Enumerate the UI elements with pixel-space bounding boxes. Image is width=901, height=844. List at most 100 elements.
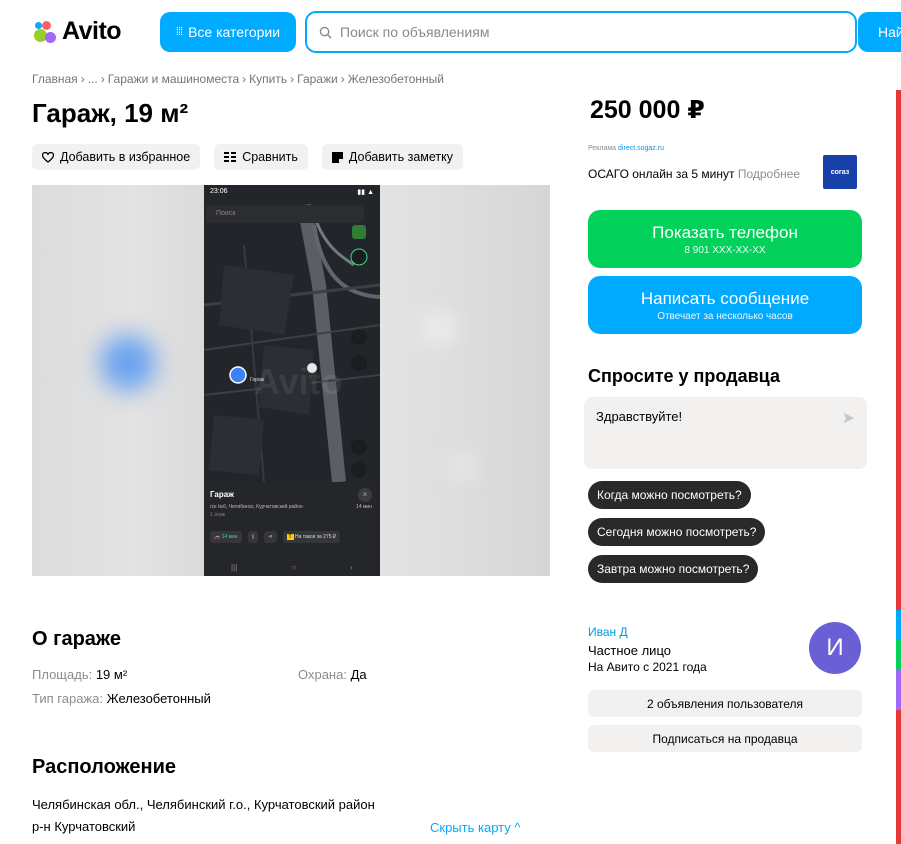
add-note-button[interactable]: Добавить заметку: [321, 144, 464, 170]
add-to-favorites-label: Добавить в избранное: [60, 150, 191, 164]
edge-decoration: [896, 90, 901, 844]
hide-map-link[interactable]: Скрыть карту ^: [430, 820, 520, 835]
ask-seller-input[interactable]: [596, 409, 826, 424]
seller-ads-button[interactable]: 2 объявления пользователя: [588, 690, 862, 717]
write-message-button[interactable]: Написать сообщение Отвечает за несколько…: [588, 276, 862, 334]
phone-card-actions: 🚗 14 мин ▯ ⋖ T На такси за 275 ₽: [210, 530, 374, 544]
param-garage-type: Тип гаража: Железобетонный: [32, 691, 211, 706]
phone-status-bar: 23:06 ▮▮ ▲: [204, 185, 380, 199]
quick-question-today[interactable]: Сегодня можно посмотреть?: [588, 518, 766, 546]
breadcrumb-sep: ›: [100, 72, 105, 86]
header: Avito ⁞⁞⁞ Все категории Найти: [0, 0, 901, 66]
ad-text-main: ОСАГО онлайн за 5 минут: [588, 167, 735, 181]
avito-watermark: Avito: [254, 361, 343, 402]
find-button[interactable]: Найти: [858, 12, 901, 52]
param-security-label: Охрана:: [298, 667, 347, 682]
seller-type: Частное лицо: [588, 643, 671, 658]
about-heading: О гараже: [32, 628, 121, 650]
listing-actions: Добавить в избранное Сравнить Добавить з…: [32, 144, 464, 170]
phone-nav-bar: ||| ○ ‹: [204, 558, 380, 576]
breadcrumb-sep: ›: [340, 72, 345, 86]
phone-drive-chip: 🚗 14 мин: [210, 531, 242, 543]
phone-recent-icon: |||: [231, 562, 238, 572]
phone-bookmark-chip: ▯: [247, 531, 259, 543]
write-message-label: Написать сообщение: [640, 288, 810, 308]
phone-time: 23:06: [210, 188, 228, 195]
param-area-value: 19 м²: [95, 667, 128, 682]
breadcrumb: Главная › ... › Гаражи и машиноместа › Купи…: [32, 72, 444, 86]
sogaz-logo[interactable]: согаз: [823, 155, 857, 189]
phone-card-floor: 1 этаж: [210, 512, 225, 518]
blurred-circle: [424, 313, 454, 343]
phone-signal-icons: ▮▮ ▲: [357, 189, 374, 196]
param-garage-type-label: Тип гаража:: [32, 691, 103, 706]
location-heading: Расположение: [32, 756, 177, 778]
breadcrumb-sep: ›: [80, 72, 85, 86]
all-categories-label: Все категории: [188, 24, 281, 40]
all-categories-button[interactable]: ⁞⁞⁞ Все категории: [160, 12, 296, 52]
phone-search-bar: Поиск: [206, 205, 364, 223]
phone-place-label: Гараж: [250, 377, 265, 383]
breadcrumb-item-concrete[interactable]: Железобетонный: [348, 72, 444, 86]
phone-back-icon: ‹: [350, 562, 353, 572]
logo-text: Avito: [62, 17, 122, 45]
blurred-map-pin: [100, 335, 156, 391]
breadcrumb-item-buy[interactable]: Купить: [249, 72, 287, 86]
phone-card-duration: 14 мин: [356, 504, 372, 510]
phone-close-icon: ×: [358, 488, 372, 502]
param-area: Площадь: 19 м²: [32, 667, 127, 682]
phone-place-card: Гараж × гск №6, Челябинск, Курчатовский …: [204, 482, 380, 576]
search-input[interactable]: [340, 24, 855, 40]
param-security-value: Да: [350, 667, 367, 682]
send-icon[interactable]: ➤: [842, 408, 855, 428]
phone-search-text: Поиск: [216, 210, 236, 217]
photo-gallery[interactable]: Avito 23:06 ▮▮ ▲ Поиск Гараж Гараж × гск…: [32, 185, 550, 576]
address-line-1: Челябинская обл., Челябинский г.о., Курч…: [32, 797, 375, 812]
compare-icon: [224, 151, 237, 162]
param-area-label: Площадь:: [32, 667, 93, 682]
breadcrumb-item-home[interactable]: Главная: [32, 72, 78, 86]
seller-name[interactable]: Иван Д: [588, 625, 628, 639]
ask-seller-heading: Спросите у продавца: [588, 366, 780, 386]
ad-text[interactable]: ОСАГО онлайн за 5 минут Подробнее: [588, 167, 800, 181]
subscribe-seller-button[interactable]: Подписаться на продавца: [588, 725, 862, 752]
search-icon: [319, 26, 332, 39]
breadcrumb-item-garages-parking[interactable]: Гаражи и машиноместа: [108, 72, 239, 86]
phone-card-title: Гараж: [210, 490, 234, 499]
ad-label: Реклама: [588, 145, 617, 152]
show-phone-number: 8 901 XXX-XX-XX: [684, 244, 766, 256]
seller-since: На Авито с 2021 года: [588, 660, 707, 674]
grid-dots-icon: ⁞⁞⁞: [175, 26, 183, 38]
breadcrumb-sep: ›: [290, 72, 295, 86]
phone-card-address: гск №6, Челябинск, Курчатовский район: [210, 504, 303, 510]
find-label: Найти: [878, 24, 901, 40]
ad-more-link[interactable]: Подробнее: [738, 167, 800, 181]
phone-share-chip: ⋖: [264, 531, 277, 543]
show-phone-label: Показать телефон: [652, 222, 798, 242]
compare-button[interactable]: Сравнить: [214, 144, 308, 170]
heart-icon: [42, 151, 54, 163]
address-line-2: р-н Курчатовский: [32, 819, 136, 834]
note-icon: [331, 151, 343, 163]
quick-question-tomorrow[interactable]: Завтра можно посмотреть?: [588, 555, 759, 583]
param-garage-type-value: Железобетонный: [106, 691, 211, 706]
price: 250 000 ₽: [590, 96, 705, 124]
breadcrumb-item-garages[interactable]: Гаражи: [297, 72, 338, 86]
add-to-favorites-button[interactable]: Добавить в избранное: [32, 144, 201, 170]
phone-taxi-chip: T На такси за 275 ₽: [282, 531, 341, 543]
search-box[interactable]: [305, 11, 857, 53]
breadcrumb-sep: ›: [242, 72, 247, 86]
compare-label: Сравнить: [242, 150, 298, 164]
logo-dots-icon: [32, 19, 58, 45]
ad-link[interactable]: direct.sogaz.ru: [618, 145, 664, 152]
dark-map: [204, 185, 380, 482]
page-title: Гараж, 19 м²: [32, 98, 189, 128]
blurred-circle: [452, 455, 474, 477]
show-phone-button[interactable]: Показать телефон 8 901 XXX-XX-XX: [588, 210, 862, 268]
param-security: Охрана: Да: [298, 667, 367, 682]
quick-question-when[interactable]: Когда можно посмотреть?: [588, 481, 751, 509]
avito-logo[interactable]: Avito: [32, 17, 122, 46]
breadcrumb-item-ellipsis[interactable]: ...: [88, 72, 98, 86]
phone-home-icon: ○: [291, 562, 297, 572]
avatar[interactable]: И: [809, 622, 861, 674]
